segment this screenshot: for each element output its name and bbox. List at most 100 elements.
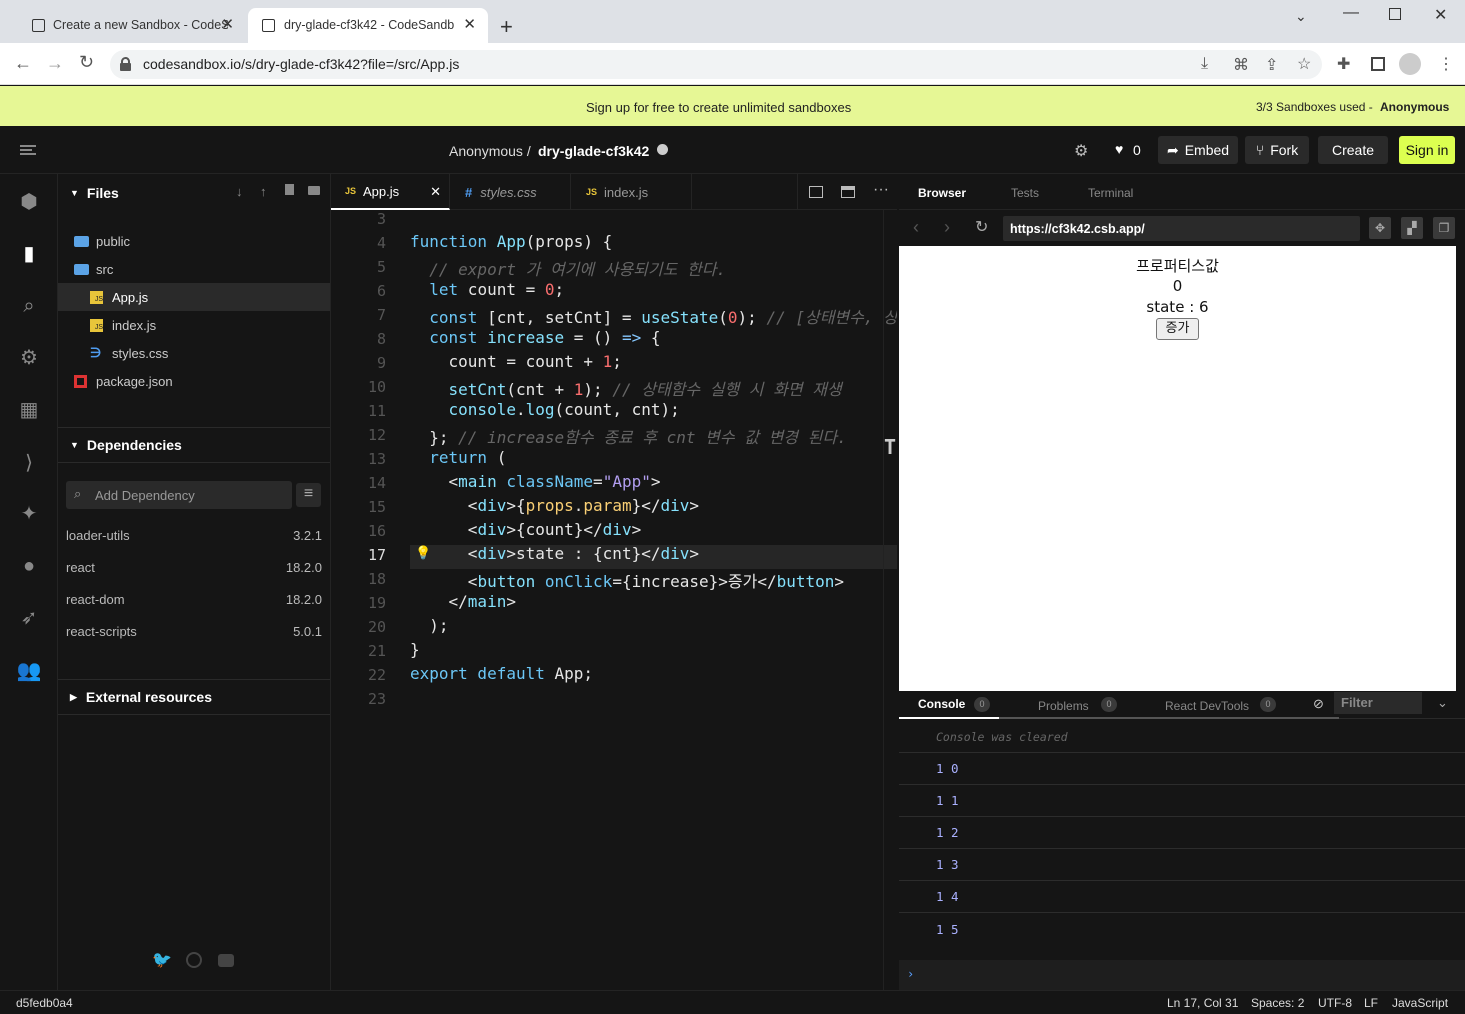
code-editor[interactable]: 3 4 5 6 7 8 9 10 11 12 13 14 15 16 17 18 19 20 21 22 23 💡 T …: [331, 210, 897, 990]
preview-layout-icon[interactable]: [841, 186, 855, 198]
reload-icon[interactable]: ↻: [975, 217, 988, 237]
settings-icon[interactable]: ⚙: [1074, 141, 1088, 161]
github-icon[interactable]: [186, 952, 202, 968]
language-mode[interactable]: JavaScript: [1392, 996, 1448, 1010]
increase-button[interactable]: 증가: [1156, 318, 1199, 340]
tree-file-app-js[interactable]: JS App.js: [58, 283, 330, 311]
new-tab-icon[interactable]: +: [500, 14, 513, 40]
banner-text[interactable]: Sign up for free to create unlimited san…: [586, 100, 851, 115]
install-icon[interactable]: ⤓: [1201, 55, 1208, 73]
browser-tab-active[interactable]: dry-glade-cf3k42 - CodeSandb ✕: [248, 8, 488, 43]
tab-tests[interactable]: Tests: [1011, 186, 1039, 200]
external-resources-header[interactable]: ▶ External resources: [70, 679, 212, 715]
close-icon[interactable]: ✕: [430, 184, 441, 200]
fork-button[interactable]: ⑂ Fork: [1245, 136, 1309, 164]
chevron-down-icon[interactable]: ⌄: [1295, 8, 1307, 25]
indentation[interactable]: Spaces: 2: [1251, 996, 1304, 1010]
twitter-icon[interactable]: 🐦: [152, 950, 172, 970]
usage-user: Anonymous: [1380, 100, 1450, 114]
add-dependency-input[interactable]: ⌕ Add Dependency: [66, 481, 292, 509]
browser-tab-create-sandbox[interactable]: Create a new Sandbox - CodeS ✕: [8, 8, 246, 43]
divider: [797, 174, 798, 210]
tab-terminal[interactable]: Terminal: [1088, 186, 1133, 200]
translate-icon[interactable]: ⌘: [1233, 55, 1249, 75]
line-number: 7: [376, 306, 386, 324]
editor-tab-app-js[interactable]: JS App.js ✕: [331, 174, 450, 210]
live-users-icon[interactable]: 👥: [14, 656, 44, 686]
code-line: let count = 0;: [429, 280, 565, 299]
tree-file-styles-css[interactable]: ∋ styles.css: [58, 339, 330, 367]
close-window-icon[interactable]: ✕: [1434, 5, 1447, 25]
editor-tab-styles-css[interactable]: # styles.css: [451, 174, 571, 210]
share-icon[interactable]: ⇪: [1265, 55, 1278, 75]
split-view-icon[interactable]: [809, 186, 823, 198]
tab-react-devtools[interactable]: React DevTools: [1165, 697, 1249, 715]
extensions-icon[interactable]: ✚: [1337, 54, 1350, 74]
css-file-icon: ∋: [90, 345, 102, 360]
docker-icon[interactable]: ▦: [14, 395, 44, 425]
code-line: console.log(count, cnt);: [448, 400, 680, 419]
embed-button[interactable]: ➦ Embed: [1158, 136, 1238, 164]
list-icon[interactable]: ≡: [296, 483, 321, 507]
filter-input[interactable]: Filter: [1334, 692, 1422, 714]
dependency-row[interactable]: react 18.2.0: [66, 560, 322, 575]
tree-folder-src[interactable]: src: [58, 255, 330, 283]
reload-icon[interactable]: ↻: [79, 52, 94, 73]
sandbox-info-icon[interactable]: ⬢: [14, 187, 44, 217]
files-icon[interactable]: ▮: [14, 239, 44, 269]
tree-file-index-js[interactable]: JS index.js: [58, 311, 330, 339]
editor-tab-index-js[interactable]: JS index.js: [572, 174, 692, 210]
github-icon[interactable]: ●: [14, 551, 44, 581]
sort-up-icon[interactable]: ↑: [260, 184, 267, 199]
maximize-icon[interactable]: [1389, 8, 1401, 20]
deploy-rocket-icon[interactable]: ➶: [14, 603, 44, 633]
dependency-row[interactable]: loader-utils 3.2.1: [66, 528, 322, 543]
tab-browser[interactable]: Browser: [918, 186, 966, 200]
forward-icon[interactable]: ›: [944, 217, 950, 238]
close-icon[interactable]: ✕: [463, 15, 476, 33]
discord-icon[interactable]: [218, 954, 234, 967]
sandbox-name[interactable]: dry-glade-cf3k42: [538, 143, 649, 159]
close-icon[interactable]: ✕: [221, 15, 234, 33]
profile-avatar[interactable]: [1399, 53, 1421, 75]
back-icon[interactable]: ‹: [913, 217, 919, 238]
dependency-row[interactable]: react-scripts 5.0.1: [66, 624, 322, 639]
vscode-icon[interactable]: ⟩: [14, 448, 44, 478]
sparkle-icon[interactable]: ✦: [14, 499, 44, 529]
menu-dots-icon[interactable]: ⋮: [1438, 54, 1454, 74]
gear-icon[interactable]: ⚙: [14, 343, 44, 373]
sign-in-button[interactable]: Sign in: [1399, 136, 1455, 164]
heart-icon[interactable]: ♥: [1115, 141, 1123, 157]
encoding[interactable]: UTF-8: [1318, 996, 1352, 1010]
console-input[interactable]: ›: [899, 960, 1465, 990]
end-of-line[interactable]: LF: [1364, 996, 1378, 1010]
new-file-icon[interactable]: [285, 184, 294, 195]
tab-problems[interactable]: Problems: [1038, 697, 1089, 715]
cursor-position[interactable]: Ln 17, Col 31: [1167, 996, 1238, 1010]
dependencies-header[interactable]: ▼ Dependencies: [70, 427, 182, 463]
js-file-icon: JS: [90, 290, 103, 304]
sidepanel-icon[interactable]: [1371, 57, 1385, 71]
usage-text: 3/3 Sandboxes used -: [1256, 100, 1377, 114]
files-header[interactable]: ▼ Files: [70, 175, 119, 211]
dependency-row[interactable]: react-dom 18.2.0: [66, 592, 322, 607]
preview-url-input[interactable]: https://cf3k42.csb.app/: [1003, 216, 1360, 241]
new-folder-icon[interactable]: [308, 186, 320, 195]
create-button[interactable]: Create: [1318, 136, 1388, 164]
open-window-icon[interactable]: ❐: [1433, 217, 1455, 239]
minimize-icon[interactable]: —: [1343, 4, 1359, 22]
bookmark-star-icon[interactable]: ☆: [1297, 54, 1311, 74]
responsive-icon[interactable]: ✥: [1369, 217, 1391, 239]
clear-console-icon[interactable]: ⊘: [1313, 696, 1324, 712]
chevron-down-icon[interactable]: ⌄: [1437, 695, 1448, 711]
forward-icon[interactable]: →: [46, 53, 64, 74]
devices-icon[interactable]: ▞: [1401, 217, 1423, 239]
tree-file-package-json[interactable]: package.json: [58, 367, 330, 395]
tab-console[interactable]: Console 0: [899, 691, 999, 719]
sort-down-icon[interactable]: ↓: [236, 184, 243, 199]
back-icon[interactable]: ←: [14, 53, 32, 74]
lock-icon-body: [120, 63, 131, 71]
search-icon[interactable]: ⌕: [14, 291, 44, 321]
more-dots-icon[interactable]: ···: [873, 181, 889, 199]
tree-folder-public[interactable]: public: [58, 227, 330, 255]
